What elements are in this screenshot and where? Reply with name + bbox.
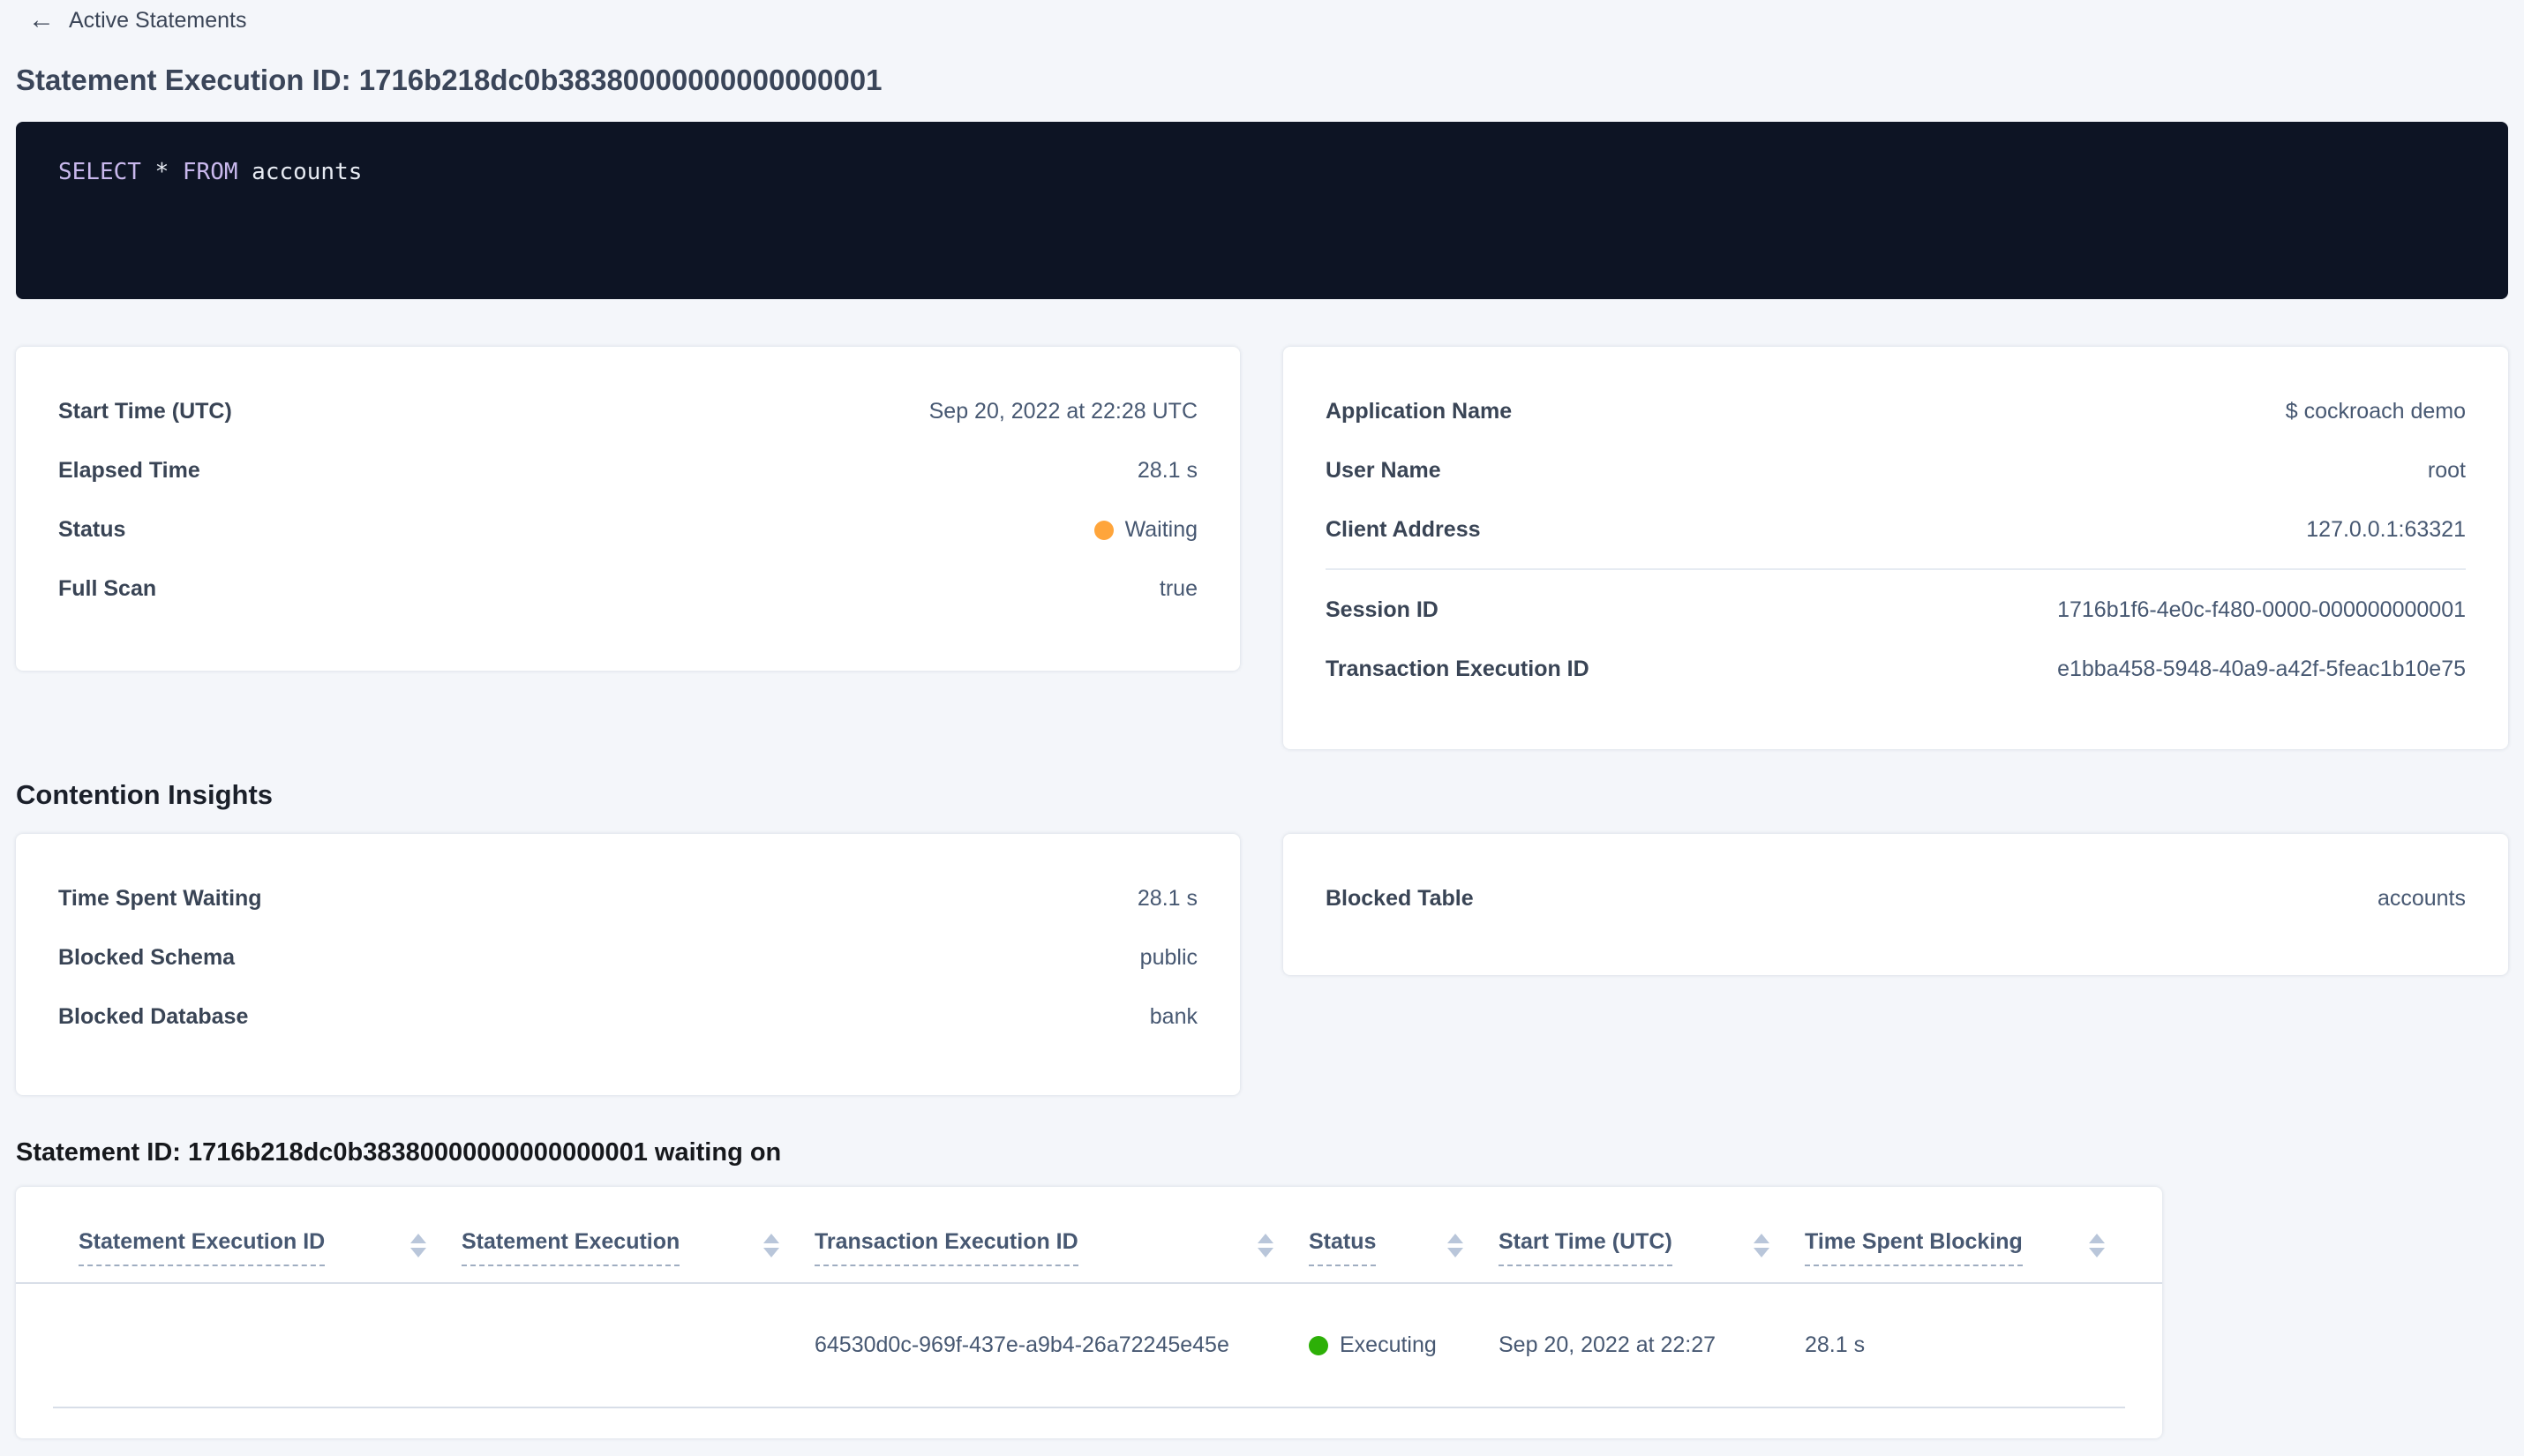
sql-keyword: FROM	[182, 159, 238, 185]
kv-value: 127.0.0.1:63321	[2306, 517, 2466, 542]
kv-row-blocked-table: Blocked Table accounts	[1283, 869, 2508, 928]
kv-row-time-spent-waiting: Time Spent Waiting 28.1 s	[16, 869, 1240, 928]
kv-label: Blocked Database	[58, 1004, 249, 1029]
kv-row-blocked-schema: Blocked Schema public	[16, 928, 1240, 987]
kv-value: Sep 20, 2022 at 22:28 UTC	[928, 399, 1198, 424]
status-text: Waiting	[1124, 517, 1198, 542]
sql-text: accounts	[237, 159, 363, 185]
column-header-label[interactable]: Time Spent Blocking	[1805, 1229, 2023, 1266]
status-waiting-dot-icon	[1093, 520, 1114, 540]
page-title: Statement Execution ID: 1716b218dc0b3838…	[16, 64, 883, 96]
statement-details-page: ← Active Statements Statement Execution …	[0, 0, 2524, 1456]
sort-icon[interactable]	[2089, 1234, 2105, 1257]
kv-label: Elapsed Time	[58, 458, 200, 483]
waiting-statements-table: Statement Execution ID Statement Executi…	[16, 1187, 2162, 1438]
session-id-link[interactable]: 1716b1f6-4e0c-f480-0000-000000000001	[2057, 597, 2466, 623]
status-executing-dot-icon	[1309, 1335, 1328, 1355]
kv-label: Blocked Schema	[58, 945, 236, 970]
column-header-statement-execution: Statement Execution	[462, 1229, 815, 1266]
kv-row-user-name: User Name root	[1283, 441, 2508, 500]
kv-row-start-time: Start Time (UTC) Sep 20, 2022 at 22:28 U…	[16, 382, 1240, 441]
back-link[interactable]: ← Active Statements	[16, 5, 246, 35]
cell-status: Executing	[1309, 1332, 1499, 1358]
status-badge: Waiting	[1093, 517, 1198, 543]
kv-value: 28.1 s	[1137, 458, 1198, 483]
column-header-label[interactable]: Statement Execution ID	[79, 1229, 326, 1266]
kv-row-transaction-execution-id: Transaction Execution ID e1bba458-5948-4…	[1283, 640, 2508, 699]
kv-row-blocked-database: Blocked Database bank	[16, 987, 1240, 1047]
kv-value: bank	[1149, 1004, 1198, 1029]
table-row: 64530d0c-969f-437e-a9b4-26a72245e45e Exe…	[16, 1284, 2162, 1407]
kv-label: Time Spent Waiting	[58, 886, 262, 911]
sort-icon[interactable]	[1258, 1234, 1273, 1257]
column-header-label[interactable]: Transaction Execution ID	[815, 1229, 1078, 1266]
kv-row-session-id: Session ID 1716b1f6-4e0c-f480-0000-00000…	[1283, 581, 2508, 640]
kv-row-application-name: Application Name $ cockroach demo	[1283, 382, 2508, 441]
sql-keyword: SELECT	[58, 159, 141, 185]
kv-label: Status	[58, 517, 126, 542]
overview-card: Start Time (UTC) Sep 20, 2022 at 22:28 U…	[16, 347, 1240, 671]
kv-label: Transaction Execution ID	[1326, 657, 1589, 681]
kv-value: public	[1139, 945, 1198, 970]
kv-label: Session ID	[1326, 597, 1439, 622]
status-text: Executing	[1340, 1332, 1437, 1357]
column-header-time-spent-blocking: Time Spent Blocking	[1805, 1229, 2140, 1266]
sql-statement-text: SELECT * FROM accounts	[58, 159, 2466, 185]
contention-card: Time Spent Waiting 28.1 s Blocked Schema…	[16, 834, 1240, 1095]
table-header-row: Statement Execution ID Statement Executi…	[16, 1187, 2162, 1266]
back-arrow-icon: ←	[28, 5, 55, 34]
kv-row-status: Status Waiting	[16, 500, 1240, 559]
kv-label: Blocked Table	[1326, 886, 1474, 911]
table-row-divider	[53, 1407, 2125, 1408]
kv-label: Client Address	[1326, 517, 1481, 542]
transaction-execution-id-link[interactable]: e1bba458-5948-40a9-a42f-5feac1b10e75	[2057, 657, 2466, 682]
contention-insights-heading: Contention Insights	[16, 779, 274, 810]
kv-value: accounts	[2377, 886, 2466, 911]
sort-icon[interactable]	[763, 1234, 779, 1257]
column-header-start-time: Start Time (UTC)	[1499, 1229, 1805, 1266]
sort-icon[interactable]	[410, 1234, 426, 1257]
kv-value: 28.1 s	[1137, 886, 1198, 911]
cell-transaction-execution-id: 64530d0c-969f-437e-a9b4-26a72245e45e	[815, 1332, 1229, 1357]
card-divider	[1326, 568, 2466, 570]
sql-text: *	[140, 159, 183, 185]
column-header-statement-execution-id: Statement Execution ID	[79, 1229, 462, 1266]
cell-time-spent-blocking: 28.1 s	[1805, 1332, 1866, 1357]
kv-label: Full Scan	[58, 576, 157, 601]
sql-statement-box: SELECT * FROM accounts	[16, 122, 2508, 299]
column-header-transaction-execution-id: Transaction Execution ID	[815, 1229, 1309, 1266]
kv-value: $ cockroach demo	[2285, 399, 2466, 424]
kv-label: Start Time (UTC)	[58, 399, 232, 424]
kv-row-elapsed-time: Elapsed Time 28.1 s	[16, 441, 1240, 500]
column-header-status: Status	[1309, 1229, 1499, 1266]
session-card: Application Name $ cockroach demo User N…	[1283, 347, 2508, 749]
sort-icon[interactable]	[1447, 1234, 1463, 1257]
column-header-label[interactable]: Statement Execution	[462, 1229, 680, 1266]
kv-value: true	[1159, 576, 1198, 601]
back-link-label: Active Statements	[69, 7, 247, 33]
kv-label: Application Name	[1326, 399, 1513, 424]
kv-row-client-address: Client Address 127.0.0.1:63321	[1283, 500, 2508, 559]
column-header-label[interactable]: Start Time (UTC)	[1499, 1229, 1672, 1266]
column-header-label[interactable]: Status	[1309, 1229, 1377, 1266]
kv-label: User Name	[1326, 458, 1441, 483]
kv-value: root	[2427, 458, 2466, 483]
cell-start-time: Sep 20, 2022 at 22:27	[1499, 1332, 1716, 1357]
sort-icon[interactable]	[1754, 1234, 1769, 1257]
kv-row-full-scan: Full Scan true	[16, 559, 1240, 619]
waiting-on-heading: Statement ID: 1716b218dc0b38380000000000…	[16, 1138, 782, 1167]
blocked-table-card: Blocked Table accounts	[1283, 834, 2508, 975]
